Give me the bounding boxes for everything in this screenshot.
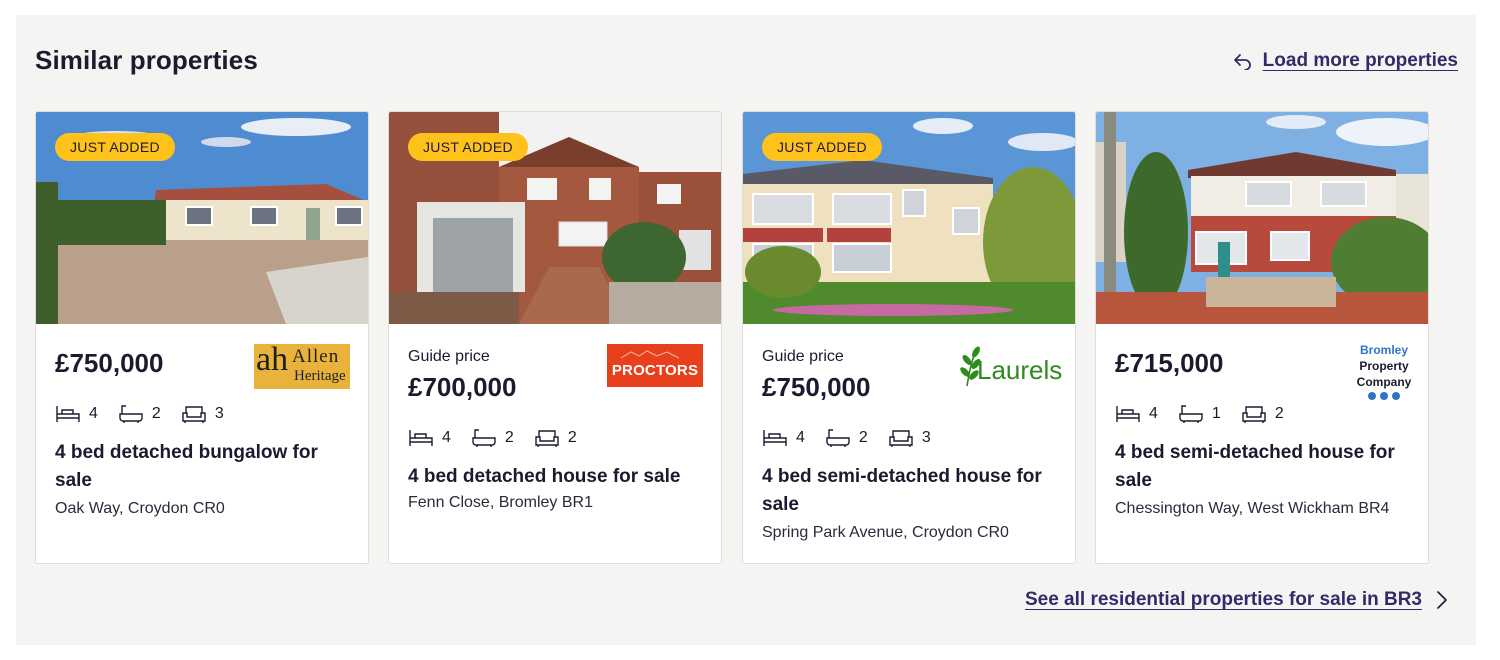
bathrooms-count: 2 — [858, 429, 868, 446]
features-row: 4 2 3 — [762, 428, 931, 448]
load-more-link[interactable]: Load more properties — [1233, 50, 1458, 72]
sofa-icon — [535, 430, 559, 447]
bedrooms-count: 4 — [1149, 405, 1158, 422]
return-arrow-icon — [1233, 54, 1251, 70]
bath-icon — [119, 405, 143, 423]
price: £750,000 — [762, 372, 871, 402]
see-all-label: See all residential properties for sale … — [1024, 589, 1422, 610]
proctors-roofline-icon — [620, 350, 680, 359]
receptions-count: 2 — [567, 429, 577, 446]
bed-icon — [763, 430, 787, 446]
bathrooms-count: 1 — [1211, 405, 1221, 422]
features-row: 4 1 2 — [1115, 404, 1284, 424]
load-more-label: Load more properties — [1262, 50, 1458, 71]
bedrooms: 4 — [1115, 404, 1158, 424]
bedrooms-count: 4 — [89, 405, 98, 422]
property-title[interactable]: 4 bed semi-detached house for sale — [762, 463, 1058, 519]
property-card[interactable]: JUST ADDED Guide price £750,000 Laurels … — [742, 111, 1076, 564]
receptions: 2 — [1241, 404, 1284, 424]
property-card[interactable]: JUST ADDED £750,000 ah Allen Heritage 4 … — [35, 111, 369, 564]
bath-icon — [1179, 405, 1203, 423]
property-title[interactable]: 4 bed detached house for sale — [408, 463, 704, 491]
bedrooms: 4 — [762, 428, 805, 448]
agent-logo-bromley-property[interactable]: Bromley Property Company — [1344, 342, 1424, 404]
chevron-right-icon — [1437, 591, 1447, 609]
bathrooms: 2 — [118, 404, 161, 424]
agent-name-line2: Heritage — [294, 368, 346, 384]
sofa-icon — [889, 430, 913, 447]
property-card[interactable]: £715,000 Bromley Property Company 4 1 2 … — [1095, 111, 1429, 564]
property-address: Chessington Way, West Wickham BR4 — [1115, 500, 1390, 517]
bath-icon — [826, 429, 850, 447]
agent-monogram: ah — [256, 341, 289, 378]
bathrooms: 2 — [471, 428, 514, 448]
bathrooms: 2 — [825, 428, 868, 448]
receptions-count: 2 — [1274, 405, 1284, 422]
receptions-count: 3 — [214, 405, 224, 422]
agent-name-line2: Property — [1359, 359, 1409, 373]
property-card[interactable]: JUST ADDED Guide price £700,000 PROCTORS… — [388, 111, 722, 564]
agent-logo-proctors[interactable]: PROCTORS — [607, 344, 703, 387]
bedrooms-count: 4 — [442, 429, 451, 446]
property-title[interactable]: 4 bed semi-detached house for sale — [1115, 439, 1411, 495]
similar-properties-section: Similar properties Load more properties — [16, 15, 1476, 645]
price: £750,000 — [55, 348, 164, 378]
property-address: Fenn Close, Bromley BR1 — [408, 494, 593, 511]
features-row: 4 2 2 — [408, 428, 577, 448]
features-row: 4 2 3 — [55, 404, 224, 424]
see-all-properties-link[interactable]: See all residential properties for sale … — [1025, 589, 1448, 611]
agent-name-line1: Allen — [292, 346, 340, 367]
property-photo[interactable] — [1096, 112, 1428, 324]
sofa-icon — [1242, 406, 1266, 423]
receptions: 3 — [888, 428, 931, 448]
bathrooms-count: 2 — [151, 405, 161, 422]
receptions-count: 3 — [921, 429, 931, 446]
property-address: Oak Way, Croydon CR0 — [55, 500, 225, 517]
agent-logo-allen-heritage[interactable]: ah Allen Heritage — [254, 341, 350, 389]
sofa-icon — [182, 406, 206, 423]
bed-icon — [56, 406, 80, 422]
bedrooms: 4 — [408, 428, 451, 448]
price: £715,000 — [1115, 348, 1224, 378]
bathrooms: 1 — [1178, 404, 1221, 424]
bath-icon — [472, 429, 496, 447]
bedrooms-count: 4 — [796, 429, 805, 446]
dots-icon — [1368, 392, 1400, 400]
bedrooms: 4 — [55, 404, 98, 424]
just-added-badge: JUST ADDED — [55, 133, 175, 161]
property-title[interactable]: 4 bed detached bungalow for sale — [55, 439, 351, 495]
receptions: 3 — [181, 404, 224, 424]
price: £700,000 — [408, 372, 517, 402]
guide-price-label: Guide price — [762, 348, 844, 365]
agent-logo-laurels[interactable]: Laurels — [959, 344, 1063, 390]
property-address: Spring Park Avenue, Croydon CR0 — [762, 524, 1009, 541]
just-added-badge: JUST ADDED — [408, 133, 528, 161]
section-title: Similar properties — [35, 45, 258, 75]
agent-name-line1: Bromley — [1359, 343, 1409, 357]
agent-name: Laurels — [977, 355, 1063, 385]
bed-icon — [409, 430, 433, 446]
just-added-badge: JUST ADDED — [762, 133, 882, 161]
bed-icon — [1116, 406, 1140, 422]
guide-price-label: Guide price — [408, 348, 490, 365]
agent-name: PROCTORS — [611, 362, 699, 379]
agent-name-line3: Company — [1356, 375, 1412, 389]
bathrooms-count: 2 — [504, 429, 514, 446]
receptions: 2 — [534, 428, 577, 448]
